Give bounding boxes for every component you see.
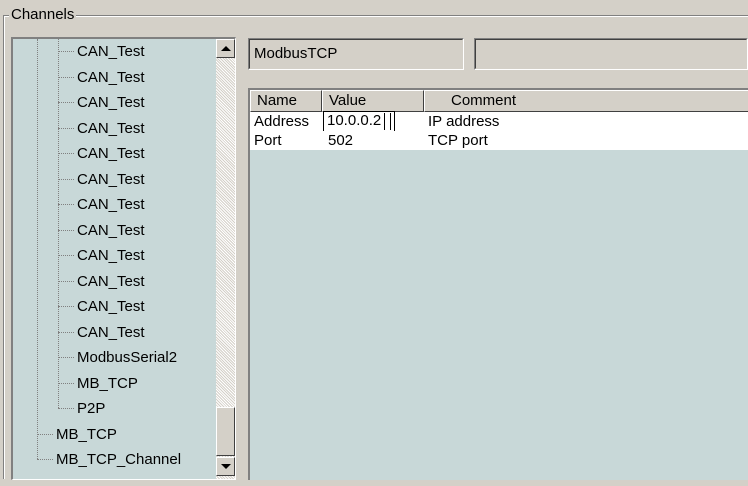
grid-header: Name Value Comment <box>250 90 748 112</box>
tree-item-label: CAN_Test <box>77 196 145 213</box>
scroll-down-button[interactable] <box>216 457 235 476</box>
param-comment-cell[interactable]: TCP port <box>424 131 724 150</box>
param-value-cell[interactable]: 502 <box>324 131 424 150</box>
tree-item-label: CAN_Test <box>77 145 145 162</box>
column-header-comment[interactable]: Comment <box>424 90 748 112</box>
param-value-editor[interactable]: 10.0.0.2 <box>323 111 395 132</box>
tree-item-label: CAN_Test <box>77 119 145 137</box>
tree-item-label: CAN_Test <box>77 170 145 188</box>
tree-item-label: CAN_Test <box>77 221 145 239</box>
tree-item-label: MB_TCP <box>56 425 117 443</box>
tree-item[interactable]: CAN_Test <box>13 65 211 90</box>
tree-connector <box>58 280 74 282</box>
tree-item[interactable]: CAN_Test <box>13 167 211 192</box>
tree-scrollbar[interactable] <box>216 39 235 479</box>
tree-item[interactable]: CAN_Test <box>13 141 211 166</box>
param-comment-cell[interactable]: IP address <box>424 112 724 131</box>
tree-item-label: P2P <box>77 400 106 417</box>
tree-item[interactable]: CAN_Test <box>13 39 211 64</box>
tree-connector <box>58 76 74 78</box>
tree-item[interactable]: MB_TCP <box>13 422 211 447</box>
tree-connector <box>58 102 74 103</box>
tree-connector <box>37 459 53 460</box>
parameter-grid[interactable]: Name Value Comment Address 10.0.0.2 IP a… <box>248 88 748 480</box>
channel-type-value: ModbusTCP <box>249 39 463 69</box>
tree-item-label: CAN_Test <box>77 94 145 111</box>
tree-item[interactable]: CAN_Test <box>13 294 211 319</box>
tree-item-label: CAN_Test <box>77 247 145 264</box>
tree-connector <box>58 153 74 154</box>
tree-item-label: CAN_Test <box>77 323 145 341</box>
channels-group-title: Channels <box>9 6 77 24</box>
tree-item-label: CAN_Test <box>77 43 145 60</box>
table-row[interactable]: Port 502 TCP port <box>250 131 748 150</box>
tree-item[interactable]: CAN_Test <box>13 90 211 115</box>
tree-item-label: CAN_Test <box>77 68 145 86</box>
tree-item-label: ModbusSerial2 <box>77 349 178 366</box>
text-cursor-icon <box>384 113 391 130</box>
param-value-text: 10.0.0.2 <box>327 112 382 129</box>
table-row[interactable]: Address 10.0.0.2 IP address <box>250 111 748 132</box>
tree-connector <box>58 229 74 231</box>
channel-tree[interactable]: CAN_Test CAN_Test CAN_Test CAN_Test CAN_Test… <box>11 37 236 480</box>
tree-connector <box>58 331 74 333</box>
scroll-up-button[interactable] <box>216 39 235 58</box>
tree-item-label: CAN_Test <box>77 272 145 290</box>
column-header-name[interactable]: Name <box>250 90 322 112</box>
tree-connector <box>58 408 74 409</box>
tree-item[interactable]: MB_TCP_Channel <box>13 447 211 472</box>
tree-connector <box>58 204 74 205</box>
tree-item-label: MB_TCP <box>77 374 138 392</box>
channel-type-field[interactable]: ModbusTCP <box>248 38 464 70</box>
arrow-down-icon <box>220 464 231 469</box>
arrow-up-icon <box>220 46 231 51</box>
tree-connector <box>58 306 74 307</box>
tree-item[interactable]: MB_TCP <box>13 371 211 396</box>
tree-item-label: CAN_Test <box>77 298 145 315</box>
tree-connector <box>58 255 74 256</box>
param-name-cell[interactable]: Address <box>250 112 322 131</box>
tree-connector <box>58 178 74 180</box>
tree-connector <box>58 357 74 358</box>
channel-secondary-field[interactable] <box>474 38 748 70</box>
tree-connector <box>58 382 74 384</box>
scroll-thumb[interactable] <box>216 407 235 456</box>
tree-item[interactable]: CAN_Test <box>13 320 211 345</box>
channel-secondary-value <box>475 39 747 69</box>
column-header-value[interactable]: Value <box>322 90 424 112</box>
tree-item[interactable]: CAN_Test <box>13 116 211 141</box>
param-name-cell[interactable]: Port <box>250 131 322 150</box>
tree-connector <box>37 433 53 435</box>
tree-item[interactable]: ModbusSerial2 <box>13 345 211 370</box>
tree-item[interactable]: P2P <box>13 396 211 421</box>
tree-connector <box>58 51 74 52</box>
tree-item[interactable]: CAN_Test <box>13 218 211 243</box>
tree-item[interactable]: CAN_Test <box>13 192 211 217</box>
tree-item-label: MB_TCP_Channel <box>56 451 182 468</box>
tree-item[interactable]: CAN_Test <box>13 269 211 294</box>
tree-item[interactable]: CAN_Test <box>13 243 211 268</box>
tree-connector <box>58 127 74 129</box>
